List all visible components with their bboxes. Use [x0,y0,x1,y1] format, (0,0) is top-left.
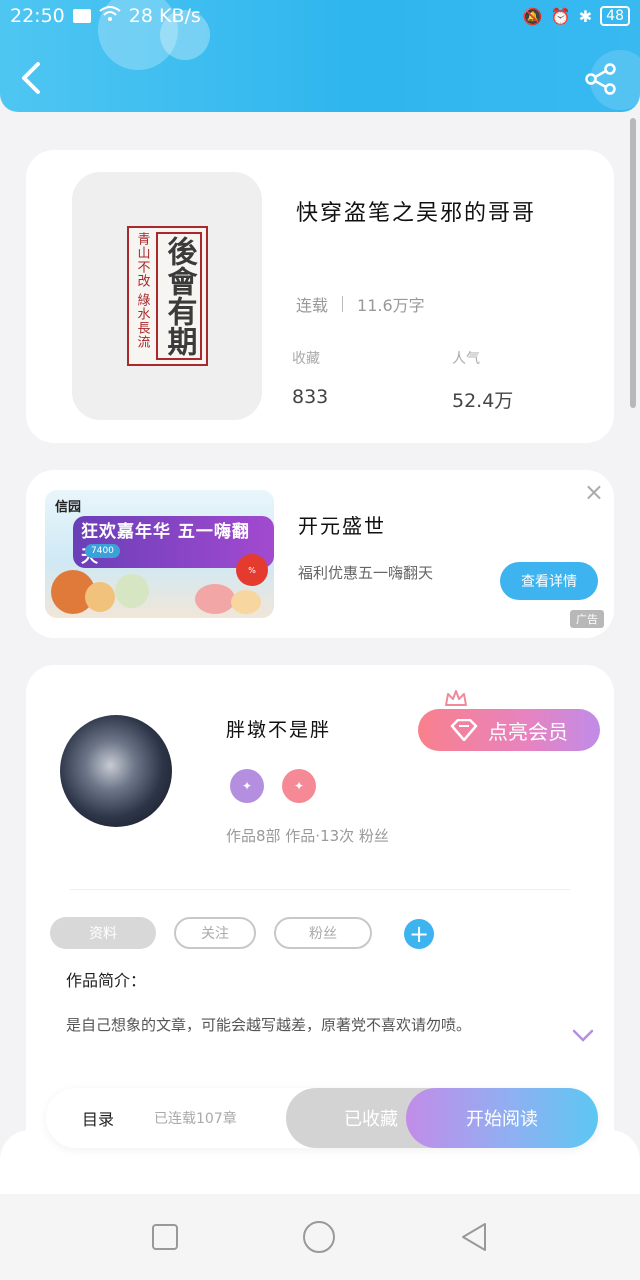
alarm-icon: ⏰ [550,6,571,26]
collect-value: 833 [292,386,329,408]
ad-image[interactable]: 信园 狂欢嘉年华 五一嗨翻天 7400 % [45,490,274,618]
diamond-icon [450,719,478,741]
network-speed: 28 KB/s [128,5,201,27]
share-icon [585,63,616,95]
ad-card[interactable]: 信园 狂欢嘉年华 五一嗨翻天 7400 % 开元盛世 福利优惠五一嗨翻天 查看详… [26,470,614,638]
ad-description: 福利优惠五一嗨翻天 [298,564,434,582]
ad-banner-sub: 7400 [85,544,120,558]
cover-small-text: 青山不改 綠水長流 [134,232,150,350]
ad-cta-button[interactable]: 查看详情 [500,562,598,600]
popularity-label: 人气 [452,351,480,367]
battery-indicator: 48 [600,6,630,26]
vip-button[interactable]: 点亮会员 [418,709,600,751]
author-tag[interactable]: 资料 [50,917,156,949]
author-tag[interactable]: 关注 [174,917,256,949]
status-bar: 22:50 28 KB/s 🔕 ⏰ ✱ 48 [0,0,640,32]
author-tag[interactable]: 粉丝 [274,917,372,949]
add-tag-button[interactable]: + [404,919,434,949]
chevron-down-icon[interactable] [572,1029,594,1043]
collect-label: 收藏 [292,351,320,367]
ad-title: 开元盛世 [298,514,386,538]
recent-apps-icon[interactable] [151,1223,179,1251]
action-bar: 目录 已连载107章 已收藏 开始阅读 [46,1088,598,1148]
book-meta: 连载 11.6万字 [296,292,425,316]
back-button[interactable] [20,58,50,98]
author-stats: 作品8部 作品·13次 粉丝 [226,827,389,845]
toc-count: 已连载107章 [154,1111,237,1127]
author-badge-icon: ✦ [230,769,264,803]
cover-seal: 青山不改 綠水長流 後會有期 [126,226,208,366]
ad-close-button[interactable]: × [584,478,604,506]
start-reading-button[interactable]: 开始阅读 [406,1088,598,1148]
meta-divider [342,296,344,312]
crown-icon [445,690,467,706]
works-label: 作品简介： [66,971,147,990]
ad-promo-tag: % [236,554,268,586]
popularity-value: 52.4万 [452,390,514,412]
author-avatar[interactable] [60,715,172,827]
notification-icon [72,9,91,23]
book-word-count: 11.6万字 [357,296,425,315]
book-cover[interactable]: 青山不改 綠水長流 後會有期 [72,172,262,420]
share-button[interactable] [584,62,618,96]
works-description: 是自己想象的文章，可能会越写越差，原著党不喜欢请勿喷。 [66,1016,472,1034]
home-icon[interactable] [302,1220,336,1254]
cover-big-text: 後會有期 [155,232,202,360]
ad-badge: 广告 [570,610,604,628]
vip-button-label: 点亮会员 [488,719,568,744]
back-icon[interactable] [459,1222,489,1252]
status-time: 22:50 [10,5,65,27]
wifi-icon [99,5,121,27]
mute-icon: 🔕 [522,6,543,26]
toc-button[interactable]: 目录 [82,1106,114,1130]
app-header: 22:50 28 KB/s 🔕 ⏰ ✱ 48 [0,0,640,112]
book-status: 连载 [296,296,329,315]
divider [70,889,570,890]
book-info-card: 青山不改 綠水長流 後會有期 快穿盗笔之吴邪的哥哥 连载 11.6万字 收藏 8… [26,150,614,443]
bluetooth-icon: ✱ [578,6,593,26]
ad-brand: 信园 [55,500,82,515]
system-nav-bar [0,1194,640,1280]
book-title: 快穿盗笔之吴邪的哥哥 [296,201,537,226]
chevron-left-icon [22,62,40,94]
scrollbar[interactable] [630,118,636,408]
author-name: 胖墩不是胖 [226,719,332,741]
author-badge-icon: ✦ [282,769,316,803]
